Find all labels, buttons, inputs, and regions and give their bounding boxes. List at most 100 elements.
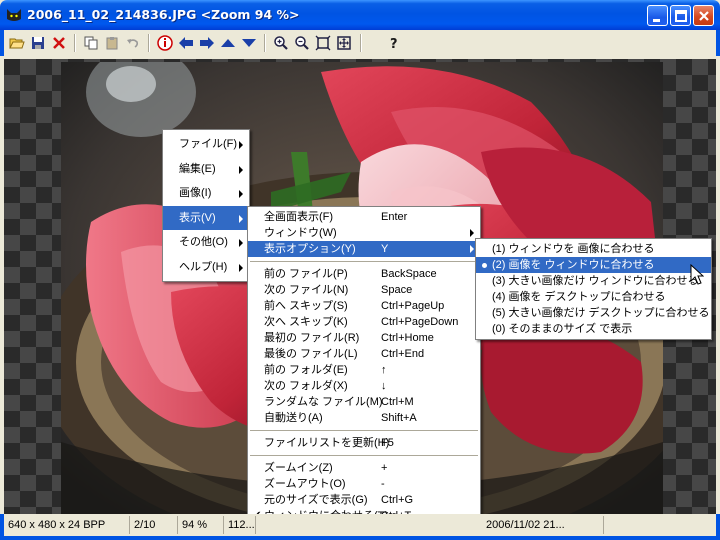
title-bar[interactable]: 2006_11_02_214836.JPG <Zoom 94 %> xyxy=(0,0,720,30)
menu-item-other[interactable]: その他(O) xyxy=(163,230,249,255)
option-original-size[interactable]: (0) そのままのサイズ で表示 xyxy=(476,321,711,337)
status-dimensions: 640 x 480 x 24 BPP xyxy=(6,516,130,534)
toolbar-separator xyxy=(74,34,76,52)
menu-item-label: 次へ スキップ(K) xyxy=(264,316,348,328)
menu-item-help[interactable]: ヘルプ(H) xyxy=(163,255,249,280)
option-large-to-desktop[interactable]: (5) 大きい画像だけ デスクトップに合わせる xyxy=(476,305,711,321)
submenu-arrow-icon xyxy=(239,190,243,198)
menu-item-label: ズームアウト(O) xyxy=(264,478,346,490)
save-icon[interactable] xyxy=(28,33,48,53)
menu-item-prev-folder[interactable]: 前の フォルダ(E) ↑ xyxy=(248,362,480,378)
menu-item-label: 自動送り(A) xyxy=(264,412,323,424)
window-title: 2006_11_02_214836.JPG <Zoom 94 %> xyxy=(27,7,300,22)
shortcut-label: Space xyxy=(381,284,413,296)
svg-text:?: ? xyxy=(390,37,398,51)
menu-item-label: (4) 画像を デスクトップに合わせる xyxy=(492,291,666,303)
paste-icon[interactable] xyxy=(102,33,122,53)
menu-item-window[interactable]: ウィンドウ(W) xyxy=(248,225,480,241)
menu-item-label: ファイルリストを更新(H) xyxy=(264,437,390,449)
copy-icon[interactable] xyxy=(81,33,101,53)
menu-item-label: (3) 大きい画像だけ ウィンドウに合わせる xyxy=(492,275,699,287)
menu-item-random-file[interactable]: ランダムな ファイル(M) Ctrl+M xyxy=(248,394,480,410)
shortcut-label: Ctrl+PageDown xyxy=(381,316,459,328)
menu-item-label: (2) 画像を ウィンドウに合わせる xyxy=(492,259,655,271)
menu-item-label: 表示オプション(Y) xyxy=(264,243,356,255)
menu-item-label: 最後の ファイル(L) xyxy=(264,348,358,360)
menu-separator xyxy=(250,430,478,431)
minimize-button[interactable] xyxy=(647,5,668,26)
menu-item-label: (0) そのままのサイズ で表示 xyxy=(492,323,633,335)
toolbar-separator xyxy=(264,34,266,52)
undo-icon[interactable] xyxy=(123,33,143,53)
menu-item-file[interactable]: ファイル(F) xyxy=(163,132,249,157)
menu-item-label: ズームイン(Z) xyxy=(264,462,333,474)
status-bar: 640 x 480 x 24 BPP 2/10 94 % 112... 2006… xyxy=(0,514,720,540)
menu-item-next-file[interactable]: 次の ファイル(N) Space xyxy=(248,282,480,298)
status-zoom: 94 % xyxy=(180,516,224,534)
shortcut-label: ↑ xyxy=(381,364,387,376)
menu-item-label: 表示(V) xyxy=(179,211,216,224)
menu-item-skip-forward[interactable]: 次へ スキップ(K) Ctrl+PageDown xyxy=(248,314,480,330)
zoom-in-icon[interactable] xyxy=(271,33,291,53)
menu-item-label: ヘルプ(H) xyxy=(179,260,228,273)
submenu-arrow-icon xyxy=(239,141,243,149)
option-large-to-window[interactable]: (3) 大きい画像だけ ウィンドウに合わせる xyxy=(476,273,711,289)
menu-item-last-file[interactable]: 最後の ファイル(L) Ctrl+End xyxy=(248,346,480,362)
menu-item-first-file[interactable]: 最初の ファイル(R) Ctrl+Home xyxy=(248,330,480,346)
menu-item-display-options[interactable]: 表示オプション(Y) Y xyxy=(248,241,480,257)
menu-item-label: その他(O) xyxy=(179,236,228,248)
menu-item-label: ファイル(F) xyxy=(179,138,238,150)
submenu-arrow-icon xyxy=(239,165,243,174)
menu-item-edit[interactable]: 編集(E) xyxy=(163,157,249,182)
display-options-submenu: (1) ウィンドウを 画像に合わせる (2) 画像を ウィンドウに合わせる (3… xyxy=(475,238,712,340)
menu-separator xyxy=(250,455,478,456)
mouse-cursor-icon xyxy=(690,264,704,285)
menu-item-label: 次の ファイル(N) xyxy=(264,284,349,296)
delete-icon[interactable] xyxy=(49,33,69,53)
toolbar-separator xyxy=(148,34,150,52)
menu-item-refresh-list[interactable]: ファイルリストを更新(H) F5 xyxy=(248,435,480,451)
previous-arrow-icon[interactable] xyxy=(176,33,196,53)
shortcut-label: F5 xyxy=(381,437,394,449)
menu-item-zoom-out[interactable]: ズームアウト(O) - xyxy=(248,476,480,492)
menu-item-image[interactable]: 画像(I) xyxy=(163,181,249,206)
menu-item-original-size[interactable]: 元のサイズで表示(G) Ctrl+G xyxy=(248,492,480,508)
menu-item-label: 前へ スキップ(S) xyxy=(264,300,348,312)
submenu-arrow-icon xyxy=(239,239,243,247)
option-window-to-image[interactable]: (1) ウィンドウを 画像に合わせる xyxy=(476,241,711,257)
actual-size-icon[interactable] xyxy=(334,33,354,53)
menu-item-skip-back[interactable]: 前へ スキップ(S) Ctrl+PageUp xyxy=(248,298,480,314)
menu-item-label: 元のサイズで表示(G) xyxy=(264,494,368,506)
shortcut-label: Shift+A xyxy=(381,412,417,424)
next-arrow-icon[interactable] xyxy=(197,33,217,53)
maximize-icon xyxy=(675,10,687,22)
submenu-arrow-icon xyxy=(470,245,474,253)
option-image-to-window[interactable]: (2) 画像を ウィンドウに合わせる xyxy=(476,257,711,273)
menu-item-view[interactable]: 表示(V) xyxy=(163,205,249,230)
menu-item-fullscreen[interactable]: 全画面表示(F) Enter xyxy=(248,209,480,225)
menu-item-auto-advance[interactable]: 自動送り(A) Shift+A xyxy=(248,410,480,426)
status-date: 2006/11/02 21... xyxy=(484,516,604,534)
shortcut-label: - xyxy=(381,478,385,490)
down-arrow-icon[interactable] xyxy=(239,33,259,53)
menu-item-next-folder[interactable]: 次の フォルダ(X) ↓ xyxy=(248,378,480,394)
option-image-to-desktop[interactable]: (4) 画像を デスクトップに合わせる xyxy=(476,289,711,305)
menu-item-zoom-in[interactable]: ズームイン(Z) + xyxy=(248,460,480,476)
zoom-out-icon[interactable] xyxy=(292,33,312,53)
open-folder-icon[interactable] xyxy=(7,33,27,53)
info-icon[interactable] xyxy=(155,33,175,53)
close-button[interactable] xyxy=(693,5,714,26)
menu-item-prev-file[interactable]: 前の ファイル(P) BackSpace xyxy=(248,266,480,282)
maximize-button[interactable] xyxy=(670,5,691,26)
help-icon[interactable]: ? xyxy=(384,33,404,53)
shortcut-label: Ctrl+G xyxy=(381,494,414,506)
shortcut-label: Enter xyxy=(381,211,408,223)
status-position: 2/10 xyxy=(132,516,178,534)
shortcut-label: + xyxy=(381,462,388,474)
menu-item-label: 前の フォルダ(E) xyxy=(264,364,348,376)
shortcut-label: ↓ xyxy=(381,380,387,392)
fit-window-icon[interactable] xyxy=(313,33,333,53)
status-file-size: 112... xyxy=(226,516,256,534)
app-cat-icon xyxy=(7,9,21,21)
up-arrow-icon[interactable] xyxy=(218,33,238,53)
